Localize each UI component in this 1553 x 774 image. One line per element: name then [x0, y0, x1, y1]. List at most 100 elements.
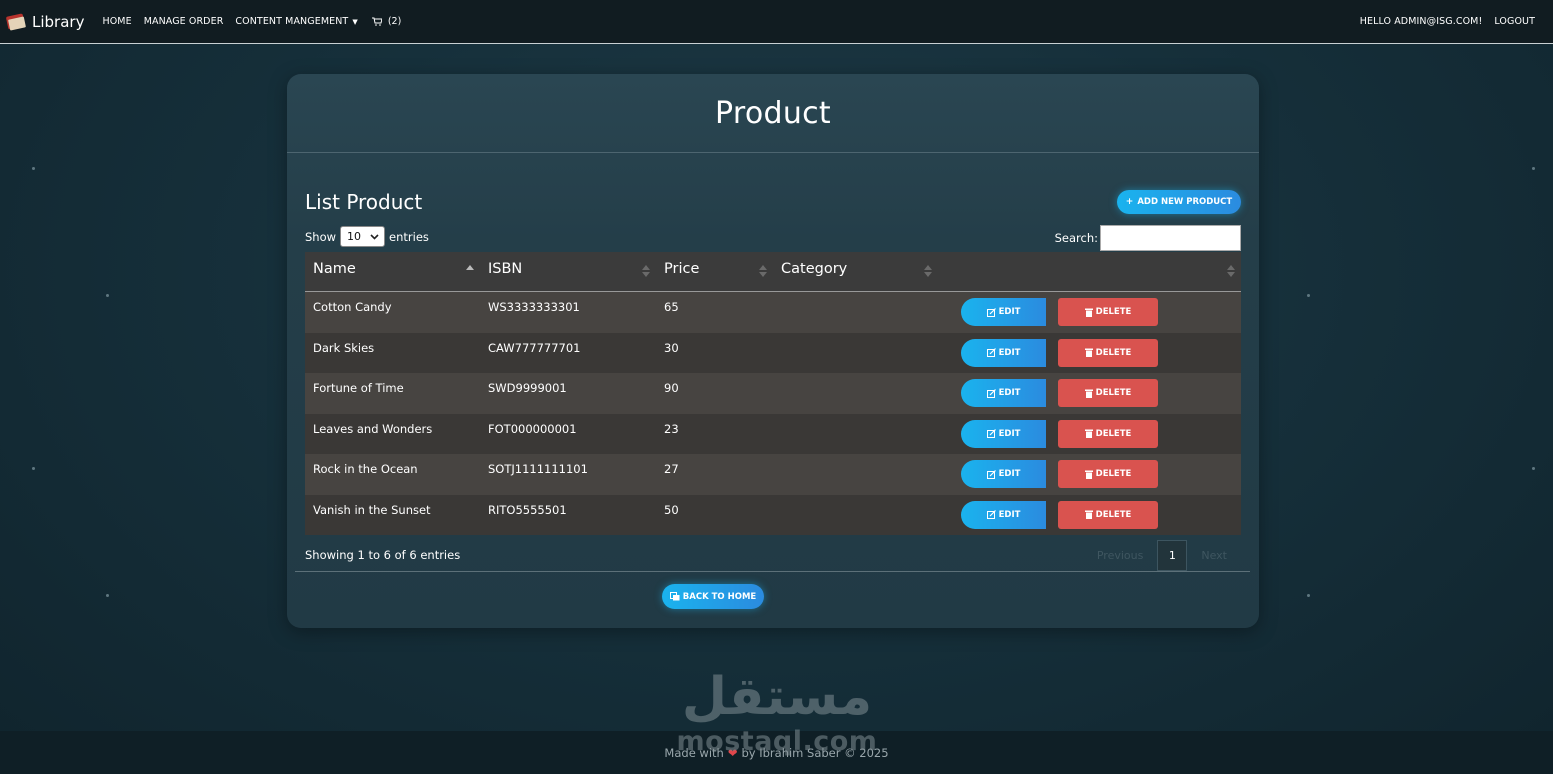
cart-icon — [371, 17, 382, 26]
navbar: Library HOME MANAGE ORDER CONTENT MANGEM… — [0, 0, 1553, 44]
trash-icon — [1084, 470, 1093, 479]
table-row: Vanish in the Sunset RITO5555501 50 EDIT… — [305, 494, 1241, 535]
cell-category — [773, 292, 938, 300]
page-title: Product — [714, 95, 831, 131]
column-header-label: Name — [313, 261, 356, 277]
column-header-actions[interactable] — [938, 252, 1241, 291]
list-title: List Product — [305, 190, 423, 214]
delete-button[interactable]: DELETE — [1058, 500, 1158, 529]
divider — [295, 571, 1250, 572]
decor-dot — [32, 467, 35, 470]
table-body: Cotton Candy WS3333333301 65 EDIT DELETE… — [305, 292, 1241, 535]
pagination-page-current[interactable]: 1 — [1157, 540, 1188, 571]
sort-icon — [1227, 265, 1235, 279]
delete-label: DELETE — [1095, 469, 1132, 479]
sort-asc-icon — [466, 265, 474, 279]
cell-name: Cotton Candy — [313, 300, 392, 314]
entries-label: entries — [389, 229, 429, 244]
search-label: Search: — [1054, 231, 1098, 245]
table-row: Dark Skies CAW777777701 30 EDIT DELETE — [305, 332, 1241, 373]
cell-actions: EDIT DELETE — [938, 333, 1241, 367]
cell-price: 90 — [664, 381, 679, 395]
sort-icon — [759, 265, 767, 279]
back-to-home-label: BACK TO HOME — [682, 591, 757, 602]
cell-actions: EDIT DELETE — [938, 292, 1241, 326]
delete-button[interactable]: DELETE — [1058, 379, 1158, 407]
trash-icon — [1084, 308, 1093, 317]
column-header-name[interactable]: Name — [305, 252, 480, 291]
delete-button[interactable]: DELETE — [1058, 338, 1158, 367]
edit-icon — [986, 510, 996, 519]
edit-button[interactable]: EDIT — [961, 460, 1046, 488]
cell-name: Leaves and Wonders — [313, 421, 433, 436]
cell-isbn: SOTJ1111111101 — [488, 462, 588, 476]
edit-button[interactable]: EDIT — [961, 338, 1046, 367]
column-header-isbn[interactable]: ISBN — [480, 252, 656, 291]
column-header-label: Price — [664, 261, 700, 277]
add-new-product-button[interactable]: + ADD NEW PRODUCT — [1117, 190, 1241, 214]
add-new-product-label: ADD NEW PRODUCT — [1137, 197, 1233, 207]
cell-price: 65 — [664, 300, 679, 314]
product-card: Product List Product + ADD NEW PRODUCT S… — [287, 74, 1259, 628]
cell-category — [773, 454, 938, 462]
logout-link[interactable]: LOGOUT — [1494, 16, 1535, 27]
brand-link[interactable]: Library — [5, 12, 84, 31]
cell-name: Dark Skies — [313, 340, 375, 355]
table-row: Fortune of Time SWD9999001 90 EDIT DELET… — [305, 373, 1241, 414]
table-header: Name ISBN Price Category — [305, 252, 1241, 292]
edit-label: EDIT — [998, 469, 1021, 479]
delete-button[interactable]: DELETE — [1058, 298, 1158, 326]
edit-label: EDIT — [998, 388, 1021, 398]
cell-isbn: FOT000000001 — [488, 421, 577, 436]
column-header-label: Category — [781, 261, 848, 277]
delete-label: DELETE — [1095, 307, 1132, 317]
nav-content-management-label: CONTENT MANGEMENT — [235, 16, 349, 27]
search-input[interactable] — [1100, 225, 1241, 251]
pagination-next[interactable]: Next — [1187, 549, 1241, 562]
cell-isbn: WS3333333301 — [488, 300, 580, 314]
nav-right: HELLO ADMIN@ISG.COM! LOGOUT — [1348, 16, 1535, 27]
edit-button[interactable]: EDIT — [961, 419, 1046, 448]
page-size-select[interactable]: 10 — [340, 226, 386, 247]
home-icon — [669, 592, 680, 601]
delete-button[interactable]: DELETE — [1058, 460, 1158, 488]
cell-category — [773, 414, 938, 422]
column-header-price[interactable]: Price — [656, 252, 773, 291]
edit-icon — [986, 307, 996, 317]
back-to-home-button[interactable]: BACK TO HOME — [662, 584, 764, 609]
trash-icon — [1084, 429, 1093, 438]
decor-dot — [1532, 167, 1535, 170]
table-row: Cotton Candy WS3333333301 65 EDIT DELETE — [305, 292, 1241, 333]
decor-dot — [1532, 467, 1535, 470]
sort-icon — [642, 265, 650, 279]
edit-button[interactable]: EDIT — [961, 379, 1046, 407]
column-header-label: ISBN — [488, 261, 523, 277]
nav-links: HOME MANAGE ORDER CONTENT MANGEMENT ▼ (2) — [102, 16, 401, 27]
cell-name: Fortune of Time — [313, 381, 404, 395]
plus-icon: + — [1125, 197, 1134, 207]
nav-content-management[interactable]: CONTENT MANGEMENT ▼ — [235, 16, 357, 27]
trash-icon — [1084, 348, 1093, 357]
nav-home[interactable]: HOME — [102, 16, 131, 27]
nav-manage-order[interactable]: MANAGE ORDER — [144, 16, 224, 27]
nav-cart[interactable]: (2) — [371, 16, 402, 27]
decor-dot — [32, 167, 35, 170]
edit-label: EDIT — [998, 307, 1021, 317]
cell-category — [773, 495, 938, 503]
page-size-control: Show 10 entries — [305, 226, 429, 247]
pagination-info: Showing 1 to 6 of 6 entries — [305, 548, 461, 562]
cell-price: 30 — [664, 340, 679, 355]
pagination-previous[interactable]: Previous — [1083, 549, 1158, 562]
book-logo-icon — [5, 12, 27, 31]
column-header-category[interactable]: Category — [773, 252, 938, 291]
cart-count: (2) — [387, 16, 402, 27]
edit-button[interactable]: EDIT — [961, 298, 1046, 326]
edit-button[interactable]: EDIT — [961, 500, 1046, 529]
page-size-value: 10 — [347, 230, 362, 243]
cell-price: 27 — [664, 462, 679, 476]
decor-dot — [1307, 594, 1310, 597]
footer-made-with: Made with — [664, 745, 724, 760]
cell-name: Rock in the Ocean — [313, 462, 418, 476]
delete-button[interactable]: DELETE — [1058, 419, 1158, 448]
user-greeting[interactable]: HELLO ADMIN@ISG.COM! — [1360, 16, 1483, 27]
